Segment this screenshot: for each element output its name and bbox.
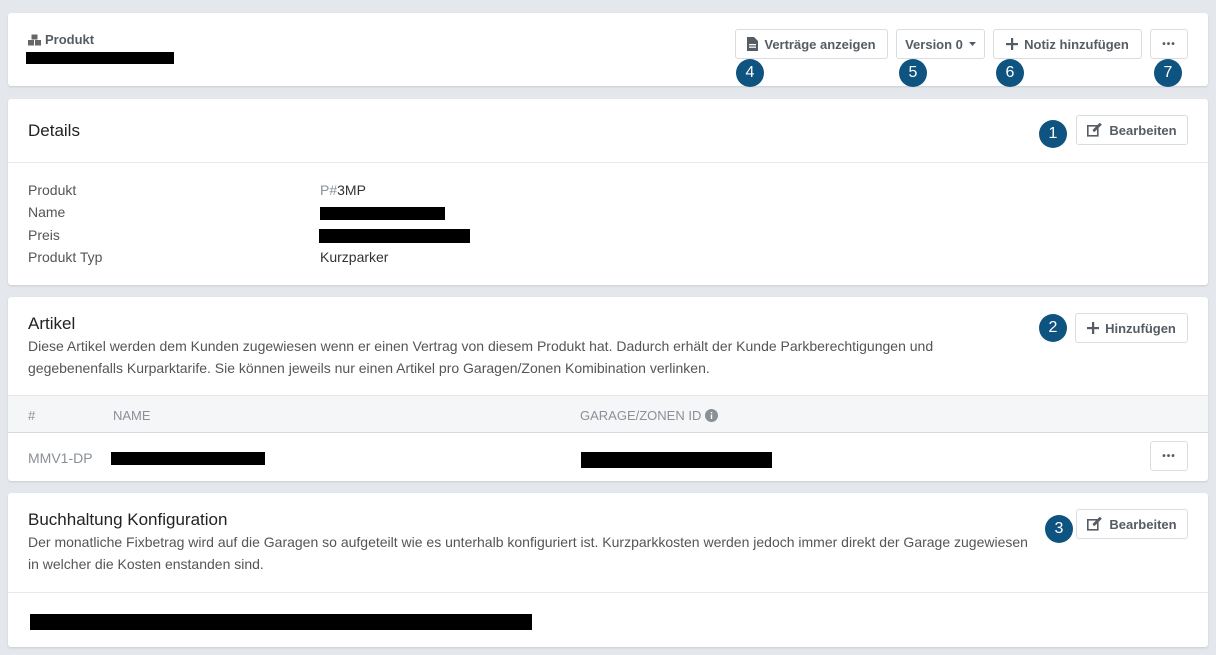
artikel-title: Artikel <box>28 314 76 333</box>
details-card: Details Bearbeiten Produkt P#3MP Name Pr… <box>8 99 1208 285</box>
badge-1: 1 <box>1039 120 1067 148</box>
badge-4: 4 <box>736 59 764 87</box>
product-label-text: Produkt <box>45 32 95 47</box>
column-header-garage: GARAGE/ZONEN ID <box>580 408 719 423</box>
more-icon: ••• <box>1162 38 1176 50</box>
redacted-article-name <box>111 452 265 465</box>
redacted-name <box>320 207 445 220</box>
caret-down-icon <box>968 42 976 46</box>
product-label: Produkt <box>28 32 94 47</box>
badge-3: 3 <box>1045 515 1073 543</box>
cubes-icon <box>28 34 41 46</box>
buchhaltung-card: Buchhaltung Konfiguration Bearbeiten Der… <box>8 493 1208 647</box>
detail-label-name: Name <box>28 204 66 220</box>
details-divider <box>8 162 1208 163</box>
show-contracts-button[interactable]: Verträge anzeigen <box>735 29 888 59</box>
column-header-id: # <box>28 408 36 423</box>
redacted-product-name <box>26 52 174 64</box>
edit-icon <box>1087 517 1103 531</box>
version-dropdown[interactable]: Version 0 <box>896 29 985 59</box>
buchhaltung-description: Der monatliche Fixbetrag wird auf die Ga… <box>28 534 1028 572</box>
plus-icon <box>1006 38 1019 50</box>
buchhaltung-title: Buchhaltung Konfiguration <box>28 510 228 529</box>
detail-label-product: Produkt <box>28 182 77 198</box>
column-header-name: NAME <box>113 408 151 423</box>
edit-icon <box>1087 123 1103 137</box>
badge-6: 6 <box>996 59 1024 87</box>
artikel-table-header: # NAME GARAGE/ZONEN ID <box>8 395 1208 433</box>
redacted-configuration <box>30 614 532 630</box>
details-edit-button[interactable]: Bearbeiten <box>1076 115 1188 145</box>
info-icon[interactable] <box>705 409 719 422</box>
table-row[interactable]: MMV1-DP ••• <box>8 433 1208 481</box>
add-note-button[interactable]: Notiz hinzufügen <box>993 29 1142 59</box>
badge-2: 2 <box>1039 314 1067 342</box>
artikel-card: Artikel Hinzufügen Diese Artikel werden … <box>8 297 1208 481</box>
buchhaltung-divider <box>8 592 1208 593</box>
buchhaltung-edit-button[interactable]: Bearbeiten <box>1076 509 1188 539</box>
badge-5: 5 <box>899 59 927 87</box>
badge-7: 7 <box>1154 59 1182 87</box>
artikel-add-button[interactable]: Hinzufügen <box>1075 313 1188 343</box>
more-icon: ••• <box>1162 450 1176 462</box>
redacted-price <box>319 229 470 243</box>
detail-value-product: P#3MP <box>320 182 366 198</box>
row-more-button[interactable]: ••• <box>1150 441 1188 471</box>
details-title: Details <box>28 121 80 140</box>
header-card: Produkt Verträge anzeigen Version 0 Noti… <box>8 13 1208 86</box>
row-id: MMV1-DP <box>28 450 93 466</box>
header-more-button[interactable]: ••• <box>1150 29 1188 59</box>
plus-icon <box>1087 322 1100 334</box>
redacted-garage-id <box>581 452 772 468</box>
detail-label-price: Preis <box>28 227 60 243</box>
detail-value-type: Kurzparker <box>320 249 389 265</box>
artikel-description: Diese Artikel werden dem Kunden zugewies… <box>28 338 934 376</box>
document-icon <box>747 37 759 51</box>
detail-label-type: Produkt Typ <box>28 249 103 265</box>
